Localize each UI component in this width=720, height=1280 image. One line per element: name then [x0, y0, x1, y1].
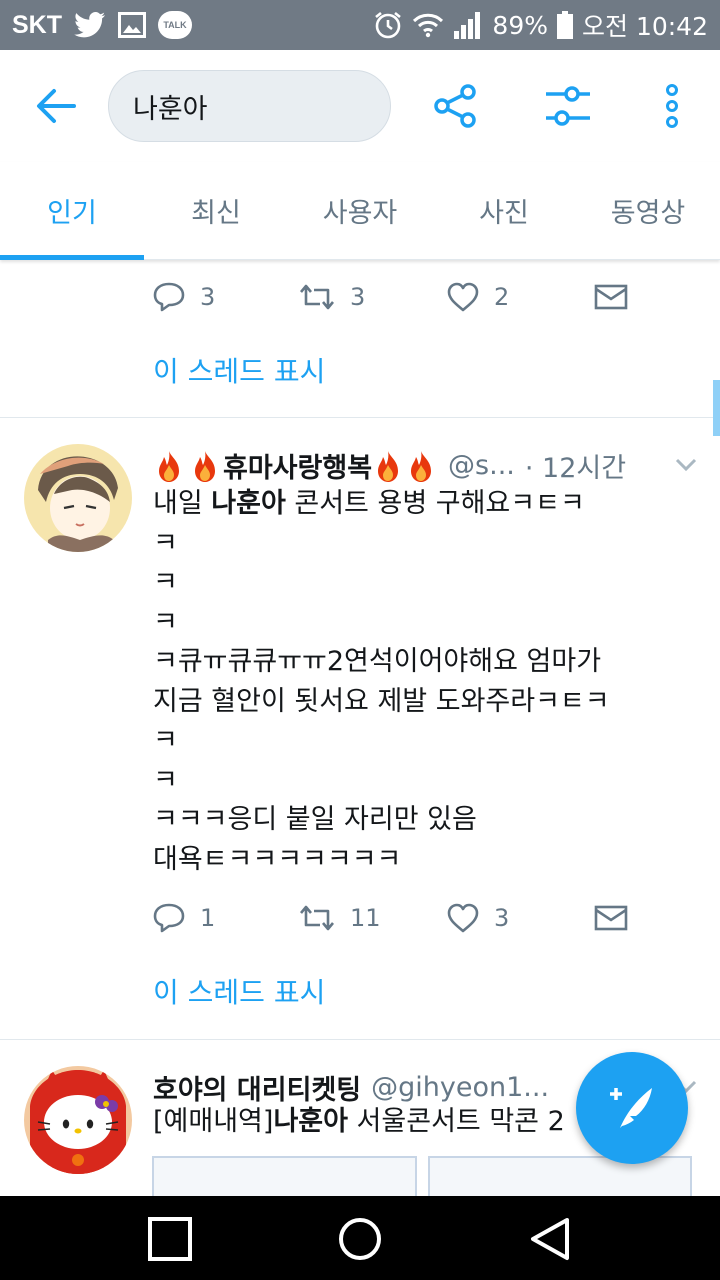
- text-segment: [예매내역]: [153, 1106, 274, 1137]
- status-bar: SKT TALK 89% 오전 10:42: [0, 0, 720, 50]
- back-triangle-icon[interactable]: [527, 1216, 573, 1262]
- home-icon[interactable]: [337, 1216, 383, 1262]
- tweet-text-line: ㅋ: [153, 764, 178, 796]
- tweet-text: [예매내역]나훈아 서울콘서트 막콘 2: [153, 1102, 593, 1142]
- chevron-down-icon[interactable]: [672, 450, 700, 478]
- handle[interactable]: @gihyeon1...: [371, 1072, 549, 1103]
- handle[interactable]: @s...: [448, 450, 515, 481]
- tweet-text-line: ㅋ: [153, 567, 178, 598]
- display-name[interactable]: 휴마사랑행복: [223, 446, 372, 485]
- tweet-actions: 1 11 3: [152, 898, 632, 938]
- battery-icon: [557, 11, 573, 39]
- tweet-text: 내일 나훈아 콘서트 용병 구해요ㅋㅌㅋ ㅋ ㅋ ㅋ ㅋ큐ㅠ큐큐ㅠㅠ2연석이어야…: [153, 484, 673, 879]
- tweet-text-line: ㅋ: [153, 725, 178, 756]
- avatar[interactable]: [24, 444, 132, 552]
- scrollbar-thumb[interactable]: [713, 380, 720, 436]
- tweet-text-line: ㅋ: [153, 606, 178, 638]
- retweet-icon: [300, 284, 334, 310]
- reply-button[interactable]: 3: [152, 281, 215, 313]
- recent-apps-icon[interactable]: [147, 1216, 193, 1262]
- direct-message-button[interactable]: [594, 283, 628, 311]
- compose-tweet-button[interactable]: [576, 1052, 688, 1164]
- envelope-icon: [594, 284, 628, 310]
- search-keyword: 나훈아: [211, 488, 286, 519]
- fire-emoji-icon: [411, 450, 432, 482]
- share-icon[interactable]: [432, 82, 480, 130]
- heart-icon: [447, 282, 479, 312]
- twitter-notification-icon: [74, 12, 106, 38]
- tweet-divider: [0, 417, 720, 418]
- fire-emoji-icon: [195, 450, 215, 482]
- gallery-notification-icon: [118, 12, 146, 38]
- text-segment: 콘서트 용병 구해요ㅋㅌㅋ: [285, 488, 585, 519]
- like-count: 3: [494, 904, 510, 932]
- carrier-label: SKT: [12, 10, 62, 39]
- tweet-text-line: 지금 혈안이 됫서요 제발 도와주라ㅋㅌㅋ: [153, 685, 610, 717]
- tab-videos[interactable]: 동영상: [576, 162, 720, 259]
- reply-button[interactable]: 1: [152, 902, 215, 934]
- retweet-count: 3: [350, 283, 366, 311]
- clock: 오전 10:42: [582, 12, 708, 41]
- retweet-button[interactable]: 11: [298, 903, 381, 933]
- tab-label: 최신: [191, 198, 241, 229]
- media-thumbnail[interactable]: [152, 1156, 417, 1196]
- tab-latest[interactable]: 최신: [144, 162, 288, 259]
- tab-top[interactable]: 인기: [0, 162, 144, 260]
- search-input[interactable]: 나훈아: [108, 70, 391, 142]
- search-tabs: 인기 최신 사용자 사진 동영상: [0, 162, 720, 260]
- retweet-button[interactable]: 3: [298, 282, 365, 312]
- avatar[interactable]: [24, 1066, 132, 1174]
- system-navigation-bar: [0, 1196, 720, 1280]
- show-thread-link[interactable]: 이 스레드 표시: [153, 971, 325, 1011]
- reply-count: 1: [200, 904, 216, 932]
- avatar-illustration: [24, 444, 132, 552]
- tab-label: 사용자: [322, 198, 398, 229]
- search-keyword: 나훈아: [273, 1106, 348, 1137]
- reply-icon: [153, 903, 185, 933]
- alarm-icon: [375, 11, 402, 39]
- tweet-text-line: 대욕ㅌㅋㅋㅋㅋㅋㅋㅋ: [153, 843, 402, 875]
- show-thread-link[interactable]: 이 스레드 표시: [153, 350, 325, 390]
- tweet-header: 휴마사랑행복 @s... · 12시간: [153, 446, 663, 485]
- fire-emoji-icon: [378, 450, 399, 482]
- kakaotalk-notification-icon: TALK: [158, 11, 192, 39]
- talk-label: TALK: [163, 20, 187, 30]
- retweet-count: 11: [350, 904, 381, 932]
- hello-kitty-avatar-illustration: [24, 1066, 132, 1174]
- reply-count: 3: [200, 283, 216, 311]
- tweet-divider: [0, 1039, 720, 1040]
- wifi-icon: [413, 13, 444, 38]
- back-arrow-icon[interactable]: [32, 84, 80, 128]
- tab-label: 사진: [479, 198, 529, 229]
- tab-photos[interactable]: 사진: [432, 162, 576, 259]
- tweet-text-line: ㅋㅋㅋ응디 붙일 자리만 있음: [153, 804, 477, 835]
- tab-label: 인기: [47, 198, 97, 229]
- like-count: 2: [494, 283, 510, 311]
- filter-settings-icon[interactable]: [544, 82, 592, 130]
- heart-icon: [447, 903, 479, 933]
- media-thumbnail[interactable]: [428, 1156, 692, 1196]
- tab-label: 동영상: [610, 198, 686, 229]
- reply-icon: [153, 282, 185, 312]
- signal-icon: [454, 12, 481, 39]
- text-segment: 서울콘서트 막콘 2: [347, 1106, 565, 1137]
- tweet-timestamp: · 12시간: [524, 453, 627, 484]
- top-app-bar: 나훈아: [0, 50, 720, 162]
- compose-feather-icon: [610, 1088, 652, 1128]
- fire-emoji-icon: [159, 450, 179, 482]
- prev-tweet-actions: 3 3 2: [152, 277, 632, 317]
- tab-people[interactable]: 사용자: [288, 162, 432, 259]
- tweet-text-line: 내일 나훈아 콘서트 용병 구해요ㅋㅌㅋ: [153, 484, 673, 524]
- tweet-text-line: ㅋ큐ㅠ큐큐ㅠㅠ2연석이어야해요 엄마가: [153, 646, 602, 677]
- like-button[interactable]: 3: [446, 903, 509, 933]
- text-segment: 내일: [153, 488, 212, 519]
- like-button[interactable]: 2: [446, 282, 509, 312]
- search-query: 나훈아: [133, 93, 208, 125]
- direct-message-button[interactable]: [594, 904, 628, 932]
- more-options-icon[interactable]: [648, 82, 696, 130]
- tweet-text-line: ㅋ: [153, 527, 178, 559]
- retweet-icon: [300, 905, 334, 931]
- battery-percent: 89%: [492, 10, 548, 40]
- envelope-icon: [594, 905, 628, 931]
